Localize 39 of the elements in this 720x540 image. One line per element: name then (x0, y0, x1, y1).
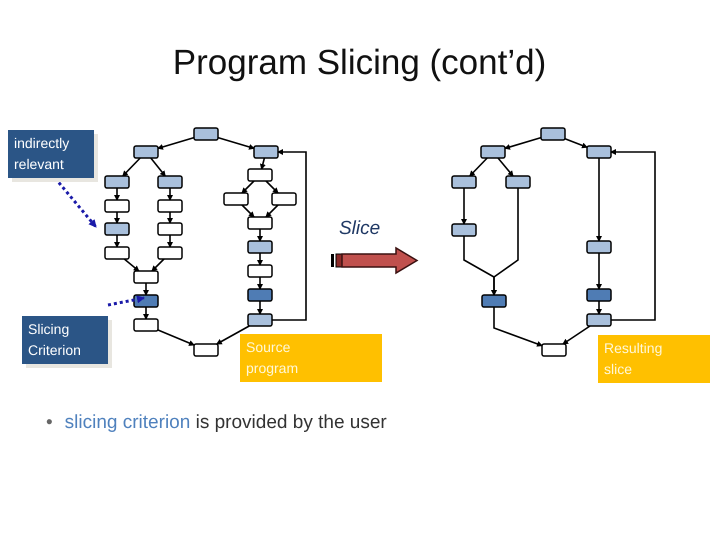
slide-title: Program Slicing (cont’d) (172, 42, 548, 84)
edge-arrow (114, 188, 120, 201)
edge-arrow (167, 188, 173, 201)
edge-arrow (218, 136, 255, 150)
bullet-text: • slicing criterion is provided by the user (46, 412, 388, 434)
callout-label: Slicing Criterion (22, 316, 108, 364)
edge-arrow (167, 235, 173, 248)
callout-label: indirectly relevant (8, 130, 94, 178)
edge-arrow (114, 235, 120, 248)
edge-arrow (114, 212, 120, 224)
edge-arrow (564, 138, 588, 148)
edge-arrow (143, 283, 149, 296)
edge-arrow (150, 158, 166, 177)
dotted-arrow (108, 295, 145, 306)
edge-arrow (257, 301, 263, 315)
edge-arrow (493, 307, 543, 347)
edge-arrow (167, 212, 173, 224)
edge-arrow (260, 158, 266, 170)
edge-arrow (257, 277, 263, 290)
edge-arrow (497, 157, 514, 177)
edge-arrow (257, 253, 263, 266)
edge-arrow (122, 157, 141, 177)
edge-arrow (151, 258, 165, 272)
edge-arrow (124, 258, 140, 272)
edge-arrow (504, 136, 542, 150)
edge-arrow (562, 325, 590, 345)
edge-arrow (143, 307, 149, 320)
edge-arrow (469, 157, 488, 177)
edge-arrow (596, 253, 602, 290)
edge-arrow (158, 329, 195, 346)
edge-arrow (596, 301, 602, 315)
edge-arrow (241, 180, 255, 194)
edge-arrow (257, 229, 263, 242)
edge-arrow (157, 136, 194, 150)
callout-label: Source program (240, 334, 382, 382)
edge-arrow (241, 204, 255, 218)
edge-arrow (461, 188, 467, 225)
arrow-label: Slice (339, 218, 380, 240)
callout-label: Resulting slice (598, 335, 710, 383)
